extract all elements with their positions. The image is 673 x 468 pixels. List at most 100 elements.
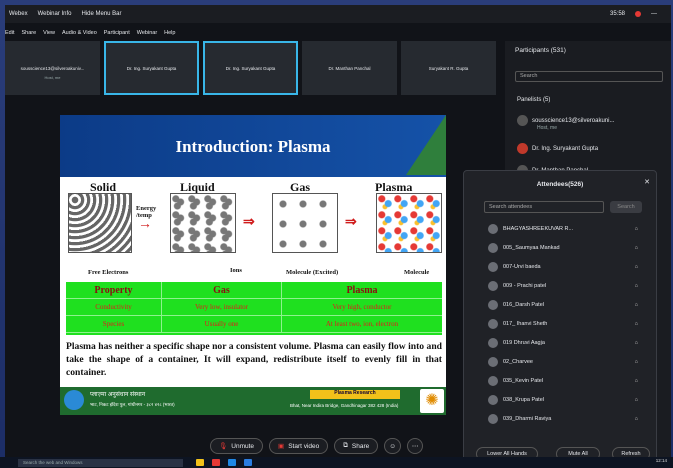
avatar	[488, 281, 498, 291]
record-indicator-icon	[635, 11, 641, 17]
video-thumbnail[interactable]: Dr. Ing. Suryakant Gupta	[203, 41, 298, 95]
video-thumbnail[interactable]: Dr. Ing. Suryakant Gupta	[104, 41, 199, 95]
avatar	[488, 338, 498, 348]
mic-icon[interactable]: ⌂	[635, 245, 638, 251]
list-item[interactable]: 017_ Ihanvi Sheth ⌂	[488, 319, 638, 329]
mic-icon[interactable]: ⌂	[635, 226, 638, 232]
avatar	[517, 115, 528, 126]
webinar-info-menu[interactable]: Webinar Info	[38, 11, 72, 17]
menu-webinar[interactable]: Webinar	[137, 30, 157, 36]
reactions-button[interactable]: ☺	[384, 438, 401, 454]
menu-share[interactable]: Share	[21, 30, 36, 36]
start-video-button[interactable]: ▣ Start video	[269, 438, 329, 454]
host-label: Host, me	[537, 125, 558, 131]
ions-label: Ions	[230, 267, 242, 274]
mic-icon[interactable]: ⌂	[635, 378, 638, 384]
sun-logo-icon: ✺	[420, 389, 444, 413]
list-item[interactable]: 02_Charvee ⌂	[488, 357, 638, 367]
app-icon[interactable]	[212, 459, 220, 466]
webex-window: Webex Webinar Info Hide Menu Bar 35:58 —…	[5, 5, 671, 462]
institute-name-hindi: प्लाज़्मा अनुसंधान संस्थान	[90, 392, 146, 398]
list-item[interactable]: 038_Krupa Patel ⌂	[488, 395, 638, 405]
attendees-search-input[interactable]: Search attendees	[484, 201, 604, 213]
app-name: Webex	[9, 11, 28, 17]
list-item[interactable]: Dr. Ing. Suryakant Gupta	[517, 143, 598, 154]
institute-logo-icon	[64, 390, 84, 410]
list-item[interactable]: 009 - Prachi patel ⌂	[488, 281, 638, 291]
meeting-controls: 🎙 Unmute ▣ Start video ⧉ Share ☺ ⋯	[210, 437, 424, 455]
mic-icon[interactable]: ⌂	[635, 302, 638, 308]
unmute-button[interactable]: 🎙 Unmute	[210, 438, 264, 454]
shared-slide: Introduction: Plasma Solid Liquid Gas Pl…	[60, 115, 446, 415]
webex-icon[interactable]	[244, 459, 252, 466]
mic-icon[interactable]: ⌂	[635, 283, 638, 289]
attendees-popup: Attendees(526) ✕ Search attendees Search…	[463, 170, 657, 462]
gas-diagram	[272, 193, 338, 253]
avatar	[488, 300, 498, 310]
share-button[interactable]: ⧉ Share	[334, 438, 379, 454]
avatar	[517, 143, 528, 154]
more-icon: ⋯	[411, 443, 419, 450]
minimize-icon[interactable]: —	[651, 11, 657, 17]
menu-help[interactable]: Help	[164, 30, 175, 36]
solid-diagram	[68, 193, 132, 253]
close-icon[interactable]: ✕	[644, 178, 650, 186]
menu-audio-video[interactable]: Audio & Video	[62, 30, 97, 36]
mic-icon[interactable]: ⌂	[635, 340, 638, 346]
institute-address-hindi: भाट, निकट इंदिरा पुल, गांधीनगर - ३८२ ४२८…	[90, 402, 175, 407]
panelists-section[interactable]: Panelists (5)	[517, 97, 550, 103]
avatar	[488, 395, 498, 405]
mic-icon[interactable]: ⌂	[635, 321, 638, 327]
video-thumbnail[interactable]: sousscience13@silveroakuniv... Host, me	[5, 41, 100, 95]
menu-view[interactable]: View	[43, 30, 55, 36]
edge-icon[interactable]	[228, 459, 236, 466]
list-item[interactable]: 016_Darsh Patel ⌂	[488, 300, 638, 310]
avatar	[488, 262, 498, 272]
participants-search-input[interactable]: Search	[515, 71, 663, 82]
avatar	[488, 224, 498, 234]
hide-menu-bar-button[interactable]: Hide Menu Bar	[82, 11, 122, 17]
mic-icon[interactable]: ⌂	[635, 416, 638, 422]
avatar	[488, 376, 498, 386]
list-item[interactable]: 035_Kevin Patel ⌂	[488, 376, 638, 386]
video-thumbnail-strip: sousscience13@silveroakuniv... Host, me D…	[5, 41, 498, 99]
liquid-diagram	[170, 193, 236, 253]
arrow-icon: →	[138, 215, 152, 231]
plasma-research-badge: Plasma Research	[310, 390, 400, 399]
list-item[interactable]: BHAGYASHREEKUVAR R... ⌂	[488, 224, 638, 234]
display-frame: Webex Webinar Info Hide Menu Bar 35:58 —…	[0, 0, 673, 468]
list-item[interactable]: 005_Saumyaa Mankad ⌂	[488, 243, 638, 253]
taskbar-clock: 12:14	[655, 458, 667, 463]
participants-header[interactable]: Participants (531)	[515, 47, 566, 54]
video-thumbnail[interactable]: Suryakant R. Gupta	[401, 41, 496, 95]
mic-muted-icon: 🎙	[219, 443, 228, 450]
plasma-diagram	[376, 193, 442, 253]
file-explorer-icon[interactable]	[196, 459, 204, 466]
mic-icon[interactable]: ⌂	[635, 264, 638, 270]
table-header-row: Property Gas Plasma	[66, 282, 442, 299]
video-thumbnail[interactable]: Dr. Manthan Panchal	[302, 41, 397, 95]
arrow-icon: ⇒	[243, 213, 255, 229]
share-icon: ⧉	[343, 442, 348, 449]
menu-bar: Edit Share View Audio & Video Participan…	[5, 27, 505, 39]
list-item[interactable]: 039_Dharmi Raviya ⌂	[488, 414, 638, 424]
free-electrons-label: Free Electrons	[88, 269, 129, 276]
attendees-title: Attendees(526)	[536, 181, 584, 188]
list-item[interactable]: 019 Dhruvi Aagja ⌂	[488, 338, 638, 348]
title-bar: Webex Webinar Info Hide Menu Bar 35:58 —	[5, 5, 671, 23]
more-options-button[interactable]: ⋯	[406, 438, 424, 454]
list-item[interactable]: sousscience13@silveroakuni...	[517, 115, 614, 126]
mic-icon[interactable]: ⌂	[635, 359, 638, 365]
arrow-icon: ⇒	[345, 213, 357, 229]
menu-participant[interactable]: Participant	[104, 30, 130, 36]
taskbar-search-input[interactable]: Search the web and Windows	[18, 459, 183, 467]
video-off-icon: ▣	[278, 443, 285, 450]
institute-address-english: Bhat, Near Indira Bridge, Gandhinagar 38…	[290, 403, 399, 408]
table-row: Conductivity Very low, insulator Very hi…	[66, 299, 442, 316]
search-button[interactable]: Search	[610, 201, 642, 213]
slide-footer: प्लाज़्मा अनुसंधान संस्थान भाट, निकट इंद…	[60, 387, 446, 415]
avatar	[488, 357, 498, 367]
mic-icon[interactable]: ⌂	[635, 397, 638, 403]
list-item[interactable]: 007-Urvi baeda ⌂	[488, 262, 638, 272]
menu-edit[interactable]: Edit	[5, 30, 14, 36]
